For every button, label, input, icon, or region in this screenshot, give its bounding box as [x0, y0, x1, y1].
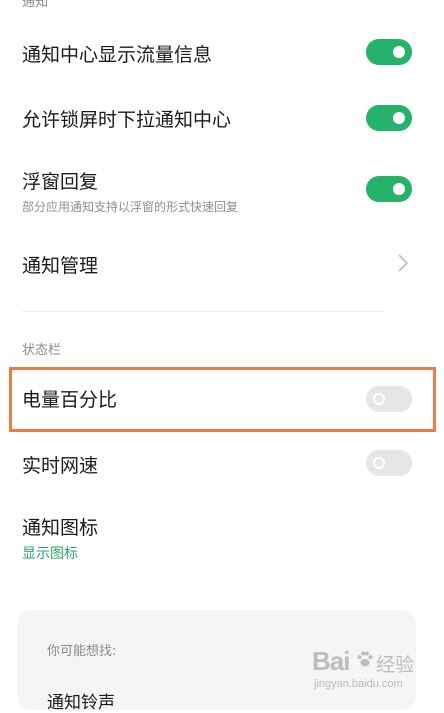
row-subtitle: 部分应用通知支持以浮窗的形式快速回复: [22, 200, 239, 214]
row-title: 通知中心显示流量信息: [22, 44, 213, 66]
watermark-url: jingyan.baidu.com: [314, 678, 403, 690]
toggle-knob: [373, 393, 385, 405]
settings-row-float-reply[interactable]: 浮窗回复 部分应用通知支持以浮窗的形式快速回复: [0, 160, 444, 220]
toggle-knob: [393, 183, 405, 195]
settings-row-lockscreen-pulldown[interactable]: 允许锁屏时下拉通知中心: [0, 97, 444, 141]
row-title: 通知图标: [22, 517, 99, 539]
section-divider: [22, 311, 384, 312]
toggle-knob: [393, 46, 405, 58]
settings-row-realtime-speed[interactable]: 实时网速: [0, 443, 444, 487]
realtime-speed-toggle[interactable]: [366, 450, 412, 476]
row-title: 通知管理: [22, 255, 99, 277]
traffic-info-toggle[interactable]: [366, 39, 412, 65]
settings-row-battery-percentage[interactable]: 电量百分比: [0, 375, 444, 425]
row-title: 允许锁屏时下拉通知中心: [22, 109, 232, 131]
float-reply-toggle[interactable]: [366, 176, 412, 202]
watermark-logo-cn: 经验: [376, 654, 415, 676]
chevron-right-icon: [398, 254, 409, 272]
row-title: 浮窗回复: [22, 171, 99, 193]
toggle-knob: [373, 457, 385, 469]
watermark-logo: Bai: [312, 646, 350, 676]
show-icons-link[interactable]: 显示图标: [22, 543, 78, 563]
paw-icon: [357, 651, 373, 667]
battery-percentage-toggle[interactable]: [366, 386, 412, 412]
settings-row-traffic-info[interactable]: 通知中心显示流量信息: [0, 30, 444, 74]
suggestions-title: 你可能想找:: [47, 644, 117, 659]
settings-row-notification-icons[interactable]: 通知图标 显示图标: [0, 505, 444, 565]
suggestion-item-ringtone[interactable]: 通知铃声: [47, 688, 115, 713]
section-header-notifications: 通知: [22, 0, 49, 10]
row-title: 实时网速: [22, 455, 99, 477]
row-title: 电量百分比: [22, 389, 118, 411]
section-header-status-bar: 状态栏: [22, 343, 62, 358]
toggle-knob: [393, 112, 405, 124]
baidu-jingyan-watermark: Bai 经验 jingyan.baidu.com: [312, 640, 422, 694]
settings-row-notification-management[interactable]: 通知管理: [0, 243, 444, 287]
lockscreen-pulldown-toggle[interactable]: [366, 105, 412, 131]
